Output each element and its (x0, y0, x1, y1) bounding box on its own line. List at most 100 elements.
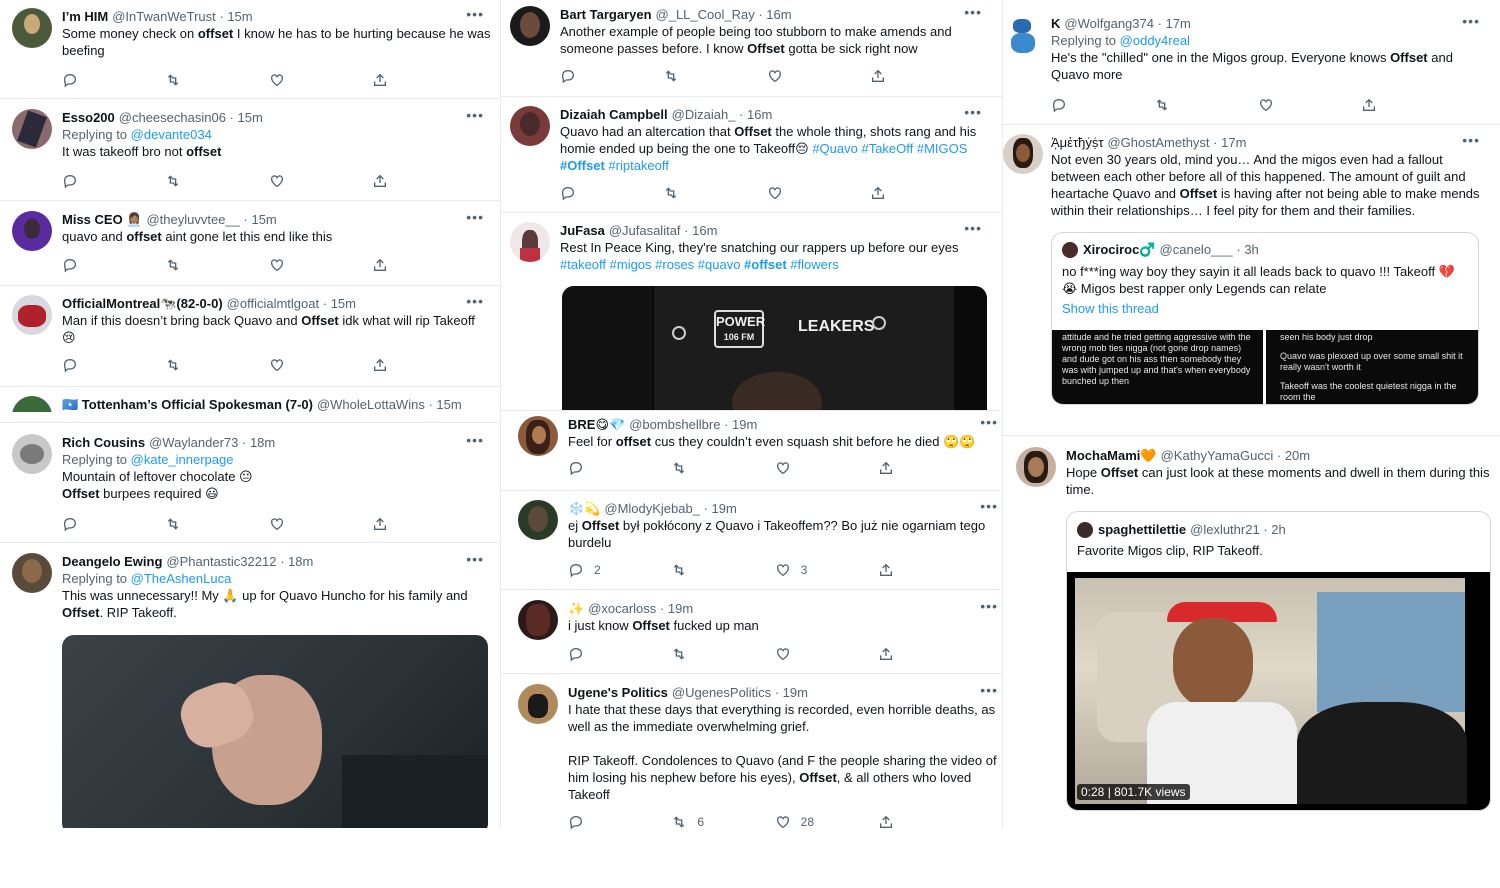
retweet-button[interactable] (165, 357, 225, 373)
more-icon[interactable]: ••• (466, 6, 484, 22)
quote-image-left[interactable]: attitude and he tried getting aggressive… (1052, 330, 1263, 404)
author-handle[interactable]: @officialmtlgoat (227, 295, 319, 312)
avatar[interactable] (518, 500, 558, 540)
tweet-time[interactable]: · 15m (219, 8, 252, 25)
author-handle[interactable]: @canelo___ (1160, 241, 1233, 258)
tweet-time[interactable]: · 2h (1263, 521, 1285, 538)
avatar[interactable] (1003, 134, 1043, 174)
tweet-time[interactable]: · 19m (660, 600, 693, 617)
tweet-time[interactable]: · 15m (323, 295, 356, 312)
more-icon[interactable]: ••• (1462, 132, 1480, 148)
author-name[interactable]: Bart Targaryen (560, 6, 652, 23)
share-button[interactable] (878, 562, 938, 578)
author-handle[interactable]: @KathyYamaGucci (1161, 447, 1274, 464)
avatar[interactable] (12, 295, 52, 335)
like-button[interactable] (767, 185, 827, 201)
share-button[interactable] (878, 646, 938, 662)
like-button[interactable] (269, 357, 329, 373)
reply-button[interactable] (1051, 97, 1111, 113)
quote-image-right[interactable]: seen his body just drop Quavo was plexxe… (1266, 330, 1478, 404)
like-button[interactable] (1258, 97, 1318, 113)
reply-button[interactable] (62, 357, 122, 373)
avatar[interactable] (510, 6, 550, 46)
retweet-button[interactable] (165, 72, 225, 88)
author-name[interactable]: Miss CEO 👩🏽‍💼 (62, 211, 142, 228)
reply-to-link[interactable]: @oddy4real (1120, 33, 1190, 48)
share-button[interactable] (372, 257, 432, 273)
quote-video[interactable]: 0:28 | 801.7K views (1067, 572, 1490, 810)
retweet-button[interactable] (165, 173, 225, 189)
retweet-button[interactable] (1154, 97, 1214, 113)
hashtags[interactable]: #riptakeoff (605, 158, 668, 173)
reply-button[interactable] (62, 516, 122, 532)
avatar[interactable] (1003, 15, 1043, 55)
retweet-button[interactable] (663, 68, 723, 84)
author-name[interactable]: ᾈμἐτђẏṩτ (1051, 134, 1103, 151)
avatar[interactable] (518, 416, 558, 456)
retweet-button[interactable] (663, 185, 723, 201)
like-button[interactable] (767, 68, 827, 84)
author-handle[interactable]: @GhostAmethyst (1107, 134, 1209, 151)
share-button[interactable] (878, 460, 938, 476)
more-icon[interactable]: ••• (980, 498, 998, 514)
more-icon[interactable]: ••• (466, 107, 484, 123)
tweet-time[interactable]: · 19m (775, 684, 808, 701)
share-button[interactable] (870, 185, 930, 201)
avatar[interactable] (518, 600, 558, 640)
reply-button[interactable] (568, 460, 628, 476)
avatar[interactable] (12, 8, 52, 48)
author-handle[interactable]: @MlodyKjebab_ (604, 500, 700, 517)
retweet-button[interactable] (165, 516, 225, 532)
more-icon[interactable]: ••• (964, 220, 982, 236)
like-button[interactable] (269, 72, 329, 88)
author-name[interactable]: Rich Cousins (62, 434, 145, 451)
share-button[interactable] (372, 516, 432, 532)
tweet-time[interactable]: · 18m (280, 553, 313, 570)
reply-button[interactable] (62, 257, 122, 273)
tweet-time[interactable]: · 17m (1213, 134, 1246, 151)
author-name[interactable]: 🇸🇴 Tottenham’s Official Spokesman (7-0) (62, 396, 313, 412)
show-thread-link[interactable]: Show this thread (1062, 301, 1159, 316)
avatar[interactable] (1016, 447, 1056, 487)
author-handle[interactable]: @Dizaiah_ (672, 106, 736, 123)
author-handle[interactable]: @_LL_Cool_Ray (656, 6, 755, 23)
like-button[interactable] (775, 646, 835, 662)
tweet-time[interactable]: · 19m (704, 500, 737, 517)
author-name[interactable]: Ugene's Politics (568, 684, 668, 701)
author-name[interactable]: K (1051, 15, 1060, 32)
like-button[interactable] (775, 460, 835, 476)
retweet-button[interactable] (671, 646, 731, 662)
author-handle[interactable]: @cheesechasin06 (119, 109, 226, 126)
tweet-time[interactable]: · 15m (244, 211, 277, 228)
retweet-button[interactable] (671, 562, 731, 578)
tweet-time[interactable]: · 15m (428, 396, 461, 412)
more-icon[interactable]: ••• (980, 414, 998, 430)
author-handle[interactable]: @InTwanWeTrust (112, 8, 216, 25)
avatar[interactable] (12, 434, 52, 474)
like-button[interactable]: 28 (775, 814, 835, 830)
tweet-time[interactable]: · 16m (684, 222, 717, 239)
quoted-tweet[interactable]: spaghettilettie @lexluthr21 · 2h Favorite… (1066, 511, 1491, 811)
hashtags[interactable]: #takeoff #migos #roses #quavo (560, 257, 744, 272)
avatar[interactable] (518, 684, 558, 724)
more-icon[interactable]: ••• (466, 209, 484, 225)
more-icon[interactable]: ••• (980, 682, 998, 698)
tweet-time[interactable]: · 18m (242, 434, 275, 451)
share-button[interactable] (372, 173, 432, 189)
retweet-button[interactable] (671, 460, 731, 476)
like-button[interactable] (269, 173, 329, 189)
retweet-button[interactable] (165, 257, 225, 273)
hashtags[interactable]: #Quavo #TakeOff #MIGOS (812, 141, 967, 156)
quoted-tweet[interactable]: Xirociroc♂️ @canelo___ · 3h no f***ing wa… (1051, 232, 1479, 405)
more-icon[interactable]: ••• (964, 104, 982, 120)
avatar[interactable] (510, 106, 550, 146)
author-name[interactable]: spaghettilettie (1098, 521, 1186, 538)
author-handle[interactable]: @bombshellbre (629, 416, 720, 433)
author-handle[interactable]: @Wolfgang374 (1064, 15, 1154, 32)
share-button[interactable] (870, 68, 930, 84)
author-name[interactable]: Dizaiah Campbell (560, 106, 668, 123)
tweet-gif[interactable] (62, 635, 488, 828)
avatar[interactable] (1077, 521, 1093, 538)
reply-to-link[interactable]: @TheAshenLuca (131, 571, 232, 586)
author-name[interactable]: ✨ (568, 600, 584, 617)
